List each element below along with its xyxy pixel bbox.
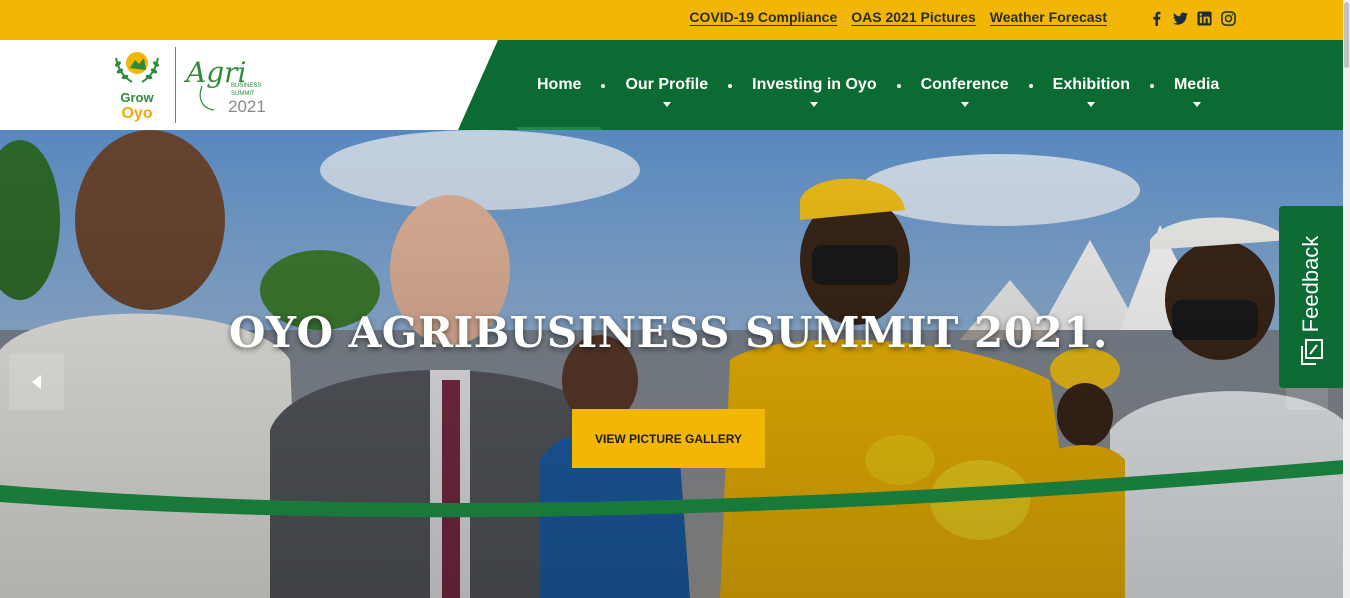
agribusiness-summit-logo[interactable]: Agri BUSINESS SUMMIT 2021	[184, 52, 276, 118]
chevron-down-icon	[960, 102, 969, 107]
nav-our-profile-label: Our Profile	[625, 76, 709, 93]
main-nav: Home Our Profile Investing in Oyo Confer…	[517, 40, 1239, 130]
feedback-icon	[1301, 339, 1323, 365]
view-picture-gallery-button[interactable]: VIEW PICTURE GALLERY	[572, 409, 765, 468]
oas-pictures-link[interactable]: OAS 2021 Pictures	[851, 9, 976, 25]
nav-conference-label: Conference	[920, 76, 1009, 93]
chevron-down-icon	[810, 102, 819, 107]
scrollbar-thumb[interactable]	[1344, 2, 1349, 68]
logo-oyo-text: Oyo	[121, 105, 152, 122]
nav-investing-in-oyo[interactable]: Investing in Oyo	[732, 40, 896, 130]
weather-forecast-link[interactable]: Weather Forecast	[990, 9, 1107, 25]
covid-compliance-link[interactable]: COVID-19 Compliance	[689, 9, 837, 25]
slider-prev-arrow-icon[interactable]	[9, 354, 64, 410]
feedback-label: Feedback	[1298, 235, 1323, 333]
hero-slider: OYO AGRIBUSINESS SUMMIT 2021. VIEW PICTU…	[0, 130, 1343, 598]
nav-exhibition-label: Exhibition	[1052, 76, 1130, 93]
nav-conference[interactable]: Conference	[901, 40, 1029, 130]
facebook-icon[interactable]	[1148, 9, 1164, 27]
top-bar: COVID-19 Compliance OAS 2021 Pictures We…	[0, 0, 1343, 40]
linkedin-icon[interactable]	[1196, 9, 1212, 27]
nav-our-profile[interactable]: Our Profile	[605, 40, 728, 130]
grow-oyo-logo[interactable]: Grow Oyo	[108, 46, 166, 124]
instagram-icon[interactable]	[1220, 9, 1236, 27]
hero-photo	[0, 130, 1343, 598]
page-scrollbar[interactable]	[1343, 0, 1350, 598]
social-links	[1148, 9, 1236, 27]
logo-year-text: 2021	[228, 97, 266, 116]
feedback-tab[interactable]: Feedback	[1279, 206, 1343, 388]
chevron-down-icon	[662, 102, 671, 107]
hero-title: OYO AGRIBUSINESS SUMMIT 2021.	[228, 308, 1109, 357]
nav-media[interactable]: Media	[1154, 40, 1239, 130]
logo-business-text: BUSINESS	[231, 83, 261, 89]
nav-home-label: Home	[537, 76, 582, 93]
nav-home[interactable]: Home	[517, 40, 602, 130]
twitter-icon[interactable]	[1172, 9, 1188, 27]
top-links: COVID-19 Compliance OAS 2021 Pictures We…	[689, 9, 1107, 25]
logo-grow-text: Grow	[120, 90, 154, 105]
logo-divider	[175, 47, 176, 123]
chevron-down-icon	[1192, 102, 1201, 107]
nav-exhibition[interactable]: Exhibition	[1033, 40, 1150, 130]
nav-media-label: Media	[1173, 76, 1220, 93]
chevron-down-icon	[1087, 102, 1096, 107]
nav-investing-in-oyo-label: Investing in Oyo	[752, 76, 877, 93]
site-header: Grow Oyo Agri BUSINESS SUMMIT 2021 Home …	[0, 40, 1343, 130]
